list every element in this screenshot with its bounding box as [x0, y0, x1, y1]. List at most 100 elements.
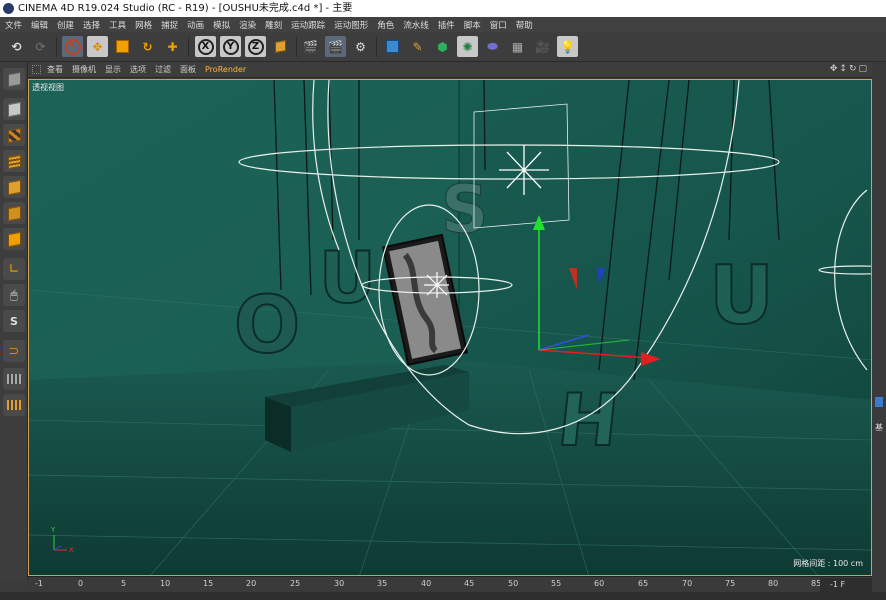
model-mode-icon[interactable] — [3, 98, 25, 120]
letter-h[interactable]: H — [553, 378, 624, 464]
planar-workplane-icon[interactable] — [3, 394, 25, 416]
floor-scene-icon[interactable]: ▦ — [507, 36, 528, 57]
tweak-mode-icon[interactable]: 🖱 — [3, 284, 25, 306]
edges-mode-icon[interactable] — [3, 202, 25, 224]
menu-script[interactable]: 脚本 — [464, 19, 481, 31]
viewport-name-label: 透视视图 — [32, 83, 64, 92]
magnet-icon[interactable]: ⊃ — [3, 340, 25, 362]
bottom-status-strip — [0, 592, 886, 600]
render-settings-icon[interactable]: ⚙ — [350, 36, 371, 57]
grid-spacing-label: 网格间距 : 100 cm — [793, 559, 863, 568]
points-mode-icon[interactable] — [3, 176, 25, 198]
timeline-tick: 25 — [290, 579, 301, 588]
timeline-tick: 50 — [508, 579, 519, 588]
viewport-menu-bar: 查看 摄像机 显示 选项 过滤 面板 ProRender ✥↕↻▢ — [28, 62, 872, 78]
menu-snap[interactable]: 捕捉 — [161, 19, 178, 31]
timeline-tick: 30 — [334, 579, 345, 588]
menu-character[interactable]: 角色 — [377, 19, 394, 31]
timeline-tick: 35 — [377, 579, 388, 588]
menu-sculpt[interactable]: 雕刻 — [265, 19, 282, 31]
left-tool-palette: ∟ 🖱 S ⊃ — [0, 62, 28, 580]
pen-spline-icon[interactable]: ✎ — [407, 36, 428, 57]
scale-tool-icon[interactable] — [112, 36, 133, 57]
coordinate-system-icon[interactable] — [270, 36, 291, 57]
cube-primitive-icon[interactable] — [382, 36, 403, 57]
menu-window[interactable]: 窗口 — [490, 19, 507, 31]
axis-x-lock-button[interactable]: X — [195, 36, 216, 57]
timeline-tick: 15 — [203, 579, 214, 588]
timeline-tick: 60 — [594, 579, 605, 588]
deformer-icon[interactable]: ⬬ — [482, 36, 503, 57]
menu-plugins[interactable]: 插件 — [438, 19, 455, 31]
cinema4d-window: CINEMA 4D R19.024 Studio (RC - R19) - [O… — [0, 0, 886, 600]
render-to-picture-viewer-icon[interactable]: 🎬 — [325, 36, 346, 57]
menu-create[interactable]: 创建 — [57, 19, 74, 31]
rotate-tool-icon[interactable]: ↻ — [137, 36, 158, 57]
viewport-grip-icon[interactable] — [32, 65, 41, 74]
letter-s[interactable]: S — [441, 171, 490, 249]
menu-help[interactable]: 帮助 — [516, 19, 533, 31]
toolbar-separator — [188, 37, 189, 57]
subdivision-surface-icon[interactable]: ⬢ — [432, 36, 453, 57]
recent-tool-icon[interactable]: ✚ — [162, 36, 183, 57]
viewport-menu-prorender[interactable]: ProRender — [205, 65, 246, 74]
right-panel-label: 基 — [875, 423, 883, 432]
timeline-tick: 75 — [725, 579, 736, 588]
cinema4d-logo-icon — [3, 3, 14, 14]
texture-mode-icon[interactable] — [3, 124, 25, 146]
axis-mode-icon[interactable]: ∟ — [3, 258, 25, 280]
menu-animate[interactable]: 动画 — [187, 19, 204, 31]
viewport-scene: O U S U H Y X — [29, 80, 871, 575]
menu-mesh[interactable]: 网格 — [135, 19, 152, 31]
select-arrow-icon[interactable]: ↖ — [62, 36, 83, 57]
camera-icon[interactable]: 🎥 — [532, 36, 553, 57]
mograph-cloner-icon[interactable]: ✺ — [457, 36, 478, 57]
menu-select[interactable]: 选择 — [83, 19, 100, 31]
panel-tab-icon[interactable] — [875, 397, 883, 407]
viewport-navigation-icons[interactable]: ✥↕↻▢ — [830, 64, 869, 74]
menu-edit[interactable]: 编辑 — [31, 19, 48, 31]
menu-tools[interactable]: 工具 — [109, 19, 126, 31]
polygons-mode-icon[interactable] — [3, 228, 25, 250]
toolbar-separator — [376, 37, 377, 57]
viewport-menu-cameras[interactable]: 摄像机 — [72, 64, 96, 75]
menu-pipeline[interactable]: 流水线 — [403, 19, 429, 31]
main-toolbar: ⟲ ⟳ ↖ ✥ ↻ ✚ X Y Z 🎬 🎬 ⚙ ✎ ⬢ ✺ ⬬ ▦ 🎥 💡 — [0, 32, 886, 62]
timeline-tick: -1 — [35, 579, 43, 588]
timeline-tick: 40 — [421, 579, 432, 588]
render-view-icon[interactable]: 🎬 — [300, 36, 321, 57]
workplane-mode-icon[interactable] — [3, 150, 25, 172]
light-icon[interactable]: 💡 — [557, 36, 578, 57]
menu-render[interactable]: 渲染 — [239, 19, 256, 31]
redo-icon[interactable]: ⟳ — [30, 36, 51, 57]
toolbar-separator — [296, 37, 297, 57]
menu-bar: 文件 编辑 创建 选择 工具 网格 捕捉 动画 模拟 渲染 雕刻 运动跟踪 运动… — [0, 17, 886, 32]
viewport-menu-options[interactable]: 选项 — [130, 64, 146, 75]
right-panel-edge: 基 — [872, 62, 886, 600]
timeline-tick: 20 — [246, 579, 257, 588]
workplane-lock-icon[interactable] — [3, 368, 25, 390]
menu-file[interactable]: 文件 — [5, 19, 22, 31]
menu-mograph[interactable]: 运动图形 — [334, 19, 368, 31]
timeline-tick: 10 — [160, 579, 171, 588]
undo-icon[interactable]: ⟲ — [6, 36, 27, 57]
viewport-menu-filter[interactable]: 过滤 — [155, 64, 171, 75]
move-tool-icon[interactable]: ✥ — [87, 36, 108, 57]
viewport-menu-panel[interactable]: 面板 — [180, 64, 196, 75]
viewport-menu-display[interactable]: 显示 — [105, 64, 121, 75]
perspective-viewport[interactable]: O U S U H Y X 透视视图 网格间距: 100 cm — [28, 79, 872, 576]
letter-o[interactable]: O — [233, 280, 301, 372]
make-editable-icon[interactable] — [3, 68, 25, 90]
viewport-menu-view[interactable]: 查看 — [47, 64, 63, 75]
axis-y-lock-button[interactable]: Y — [220, 36, 241, 57]
menu-simulate[interactable]: 模拟 — [213, 19, 230, 31]
timeline-tick: 70 — [682, 579, 693, 588]
menu-motion-tracker[interactable]: 运动跟踪 — [291, 19, 325, 31]
letter-u-left[interactable]: U — [318, 236, 377, 320]
letter-u-right[interactable]: U — [708, 248, 775, 343]
axis-z-lock-button[interactable]: Z — [245, 36, 266, 57]
timeline-tick: 55 — [551, 579, 562, 588]
current-frame-field[interactable]: -1 F — [820, 578, 872, 592]
world-axis-x-label: X — [69, 546, 74, 554]
snap-icon[interactable]: S — [3, 310, 25, 332]
